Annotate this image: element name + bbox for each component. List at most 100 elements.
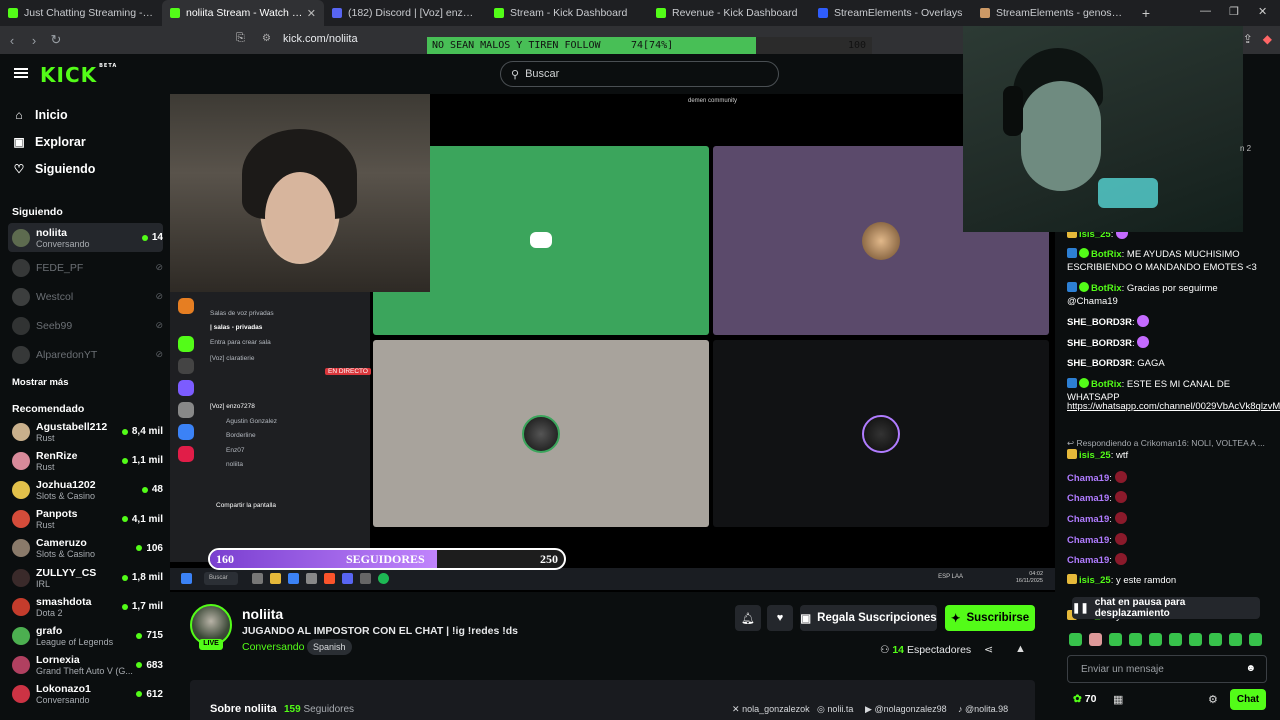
viewer-count: 1,7 mil: [121, 601, 163, 612]
send-chat-button[interactable]: Chat: [1230, 689, 1266, 710]
channel-name: Westcol: [36, 290, 74, 303]
chat-username[interactable]: Chama19: [1067, 493, 1109, 504]
browser-tab[interactable]: (182) Discord | [Voz] enzo7278 |: [324, 0, 486, 26]
chat-username[interactable]: Chama19: [1067, 535, 1109, 546]
chat-message-input[interactable]: Enviar un mensaje ☻: [1067, 655, 1267, 683]
channel-points[interactable]: ✿ 70: [1073, 693, 1096, 705]
sidebar-channel[interactable]: RenRize Rust 1,1 mil: [8, 446, 163, 475]
chat-username[interactable]: Chama19: [1067, 555, 1109, 566]
store-icon[interactable]: ▦: [1113, 693, 1123, 706]
sidebar-channel[interactable]: grafo League of Legends 715: [8, 621, 163, 650]
user-avatar: [862, 414, 900, 453]
stream-category[interactable]: Conversando: [242, 641, 304, 653]
kick-logo[interactable]: KICK BETA: [40, 63, 117, 87]
emote-button[interactable]: [1169, 633, 1182, 646]
chat-username[interactable]: SHE_BORD3R: [1067, 317, 1132, 328]
sidebar-channel[interactable]: smashdota Dota 2 1,7 mil: [8, 592, 163, 621]
sidebar-channel[interactable]: Agustabell212 Rust 8,4 mil: [8, 417, 163, 446]
new-tab-icon[interactable]: +: [1134, 5, 1158, 21]
chat-username[interactable]: Chama19: [1067, 473, 1109, 484]
search-input[interactable]: ⚲ Buscar: [500, 61, 779, 87]
nav-following[interactable]: ♡ Siguiendo: [12, 162, 96, 176]
emote-button[interactable]: [1069, 633, 1082, 646]
emote-button[interactable]: [1109, 633, 1122, 646]
emote-button[interactable]: [1089, 633, 1102, 646]
emote-button[interactable]: [1129, 633, 1142, 646]
chat-username[interactable]: SHE_BORD3R: [1067, 358, 1132, 369]
chat-username[interactable]: isis_25: [1079, 450, 1111, 461]
sidebar-channel[interactable]: FEDE_PF ⊘: [8, 253, 163, 282]
follow-heart-button[interactable]: ♥: [767, 605, 793, 631]
social-link-x[interactable]: ✕ nola_gonzalezok: [732, 704, 810, 715]
report-icon[interactable]: ▲: [1015, 643, 1026, 655]
social-link-youtube[interactable]: ▶ @nolagonzalez98: [865, 704, 947, 715]
emote-button[interactable]: [1249, 633, 1262, 646]
social-link-tiktok[interactable]: ♪ @nolita.98: [958, 704, 1008, 714]
emote-button[interactable]: [1209, 633, 1222, 646]
close-tab-icon[interactable]: ✕: [307, 7, 316, 20]
discord-user: noliita: [226, 461, 243, 468]
social-link-instagram[interactable]: ◎ nolii.ta: [817, 704, 853, 715]
notification-bell-button[interactable]: 🔔︎: [735, 605, 761, 631]
subscribe-button[interactable]: ✦ Suscribirse: [945, 605, 1035, 631]
viewer-count-value: 715: [146, 630, 163, 642]
sidebar-channel[interactable]: Cameruzo Slots & Casino 106: [8, 534, 163, 563]
forward-icon[interactable]: ›: [24, 33, 44, 48]
share-page-icon[interactable]: ⇪: [1243, 32, 1253, 46]
sidebar-channel[interactable]: noliita Conversando 14: [8, 223, 163, 252]
sidebar-channel[interactable]: Panpots Rust 4,1 mil: [8, 505, 163, 534]
chat-username[interactable]: isis_25: [1079, 575, 1111, 586]
chat-link[interactable]: https://whatsapp.com/channel/0029VbAcVk8…: [1067, 401, 1280, 412]
emote-button[interactable]: [1189, 633, 1202, 646]
chat-username[interactable]: BotRix: [1091, 379, 1122, 390]
channel-name: noliita: [36, 226, 67, 239]
bookmark-icon[interactable]: ⎘: [236, 32, 245, 45]
chat-username[interactable]: SHE_BORD3R: [1067, 338, 1132, 349]
url-field[interactable]: kick.com/noliita: [283, 33, 358, 45]
browser-tab[interactable]: Stream - Kick Dashboard: [486, 0, 648, 26]
browser-tab[interactable]: StreamElements - Overlays: [810, 0, 972, 26]
sidebar-channel[interactable]: Lornexia Grand Theft Auto V (G... 683: [8, 651, 163, 680]
browser-tab-active[interactable]: noliita Stream - Watch Live on Ki ✕: [162, 0, 324, 26]
emote-icon: [1114, 512, 1127, 524]
video-player[interactable]: demen community Salas de voz privadas | …: [170, 94, 1055, 592]
sidebar-channel[interactable]: AlparedonYT ⊘: [8, 340, 163, 369]
moderator-badge-icon: [1067, 282, 1077, 292]
channel-category: Slots & Casino: [36, 549, 96, 560]
browser-tab[interactable]: StreamElements - genos201: [972, 0, 1134, 26]
nav-explore[interactable]: ▣ Explorar: [12, 135, 85, 149]
sidebar-channel[interactable]: Seeb99 ⊘: [8, 311, 163, 340]
back-icon[interactable]: ‹: [2, 33, 22, 48]
gift-subs-button[interactable]: ▣ Regala Suscripciones: [800, 605, 937, 631]
stream-title: JUGANDO AL IMPOSTOR CON EL CHAT | !ig !r…: [242, 625, 518, 637]
menu-icon[interactable]: [14, 68, 28, 78]
show-more-link[interactable]: Mostrar más: [12, 377, 69, 388]
chat-username[interactable]: BotRix: [1091, 283, 1122, 294]
browser-tab[interactable]: Revenue - Kick Dashboard: [648, 0, 810, 26]
reload-icon[interactable]: ↻: [46, 32, 66, 48]
chat-username[interactable]: BotRix: [1091, 249, 1122, 260]
chat-settings-icon[interactable]: ⚙: [1208, 693, 1218, 706]
emoji-icon[interactable]: ☻: [1245, 663, 1256, 674]
close-window-icon[interactable]: ✕: [1258, 5, 1267, 18]
sidebar-channel[interactable]: Jozhua1202 Slots & Casino 48: [8, 475, 163, 504]
sidebar-channel[interactable]: Lokonazo1 Conversando 612: [8, 680, 163, 709]
share-icon[interactable]: ⋖: [984, 643, 993, 656]
maximize-icon[interactable]: ❐: [1229, 5, 1239, 18]
language-tag[interactable]: Spanish: [307, 639, 352, 655]
emote-button[interactable]: [1229, 633, 1242, 646]
chat-paused-banner[interactable]: ❚❚ chat en pausa para desplazamiento: [1072, 597, 1260, 619]
minimize-icon[interactable]: —: [1200, 5, 1211, 17]
sidebar-channel[interactable]: Westcol ⊘: [8, 282, 163, 311]
nav-home[interactable]: ⌂ Inicio: [12, 108, 67, 122]
sidebar-channel[interactable]: ZULLYY_CS IRL 1,8 mil: [8, 563, 163, 592]
channel-name: Lornexia: [36, 654, 80, 667]
site-info-icon[interactable]: ⚙: [262, 33, 271, 44]
chat-username[interactable]: Chama19: [1067, 514, 1109, 525]
browser-tab[interactable]: Just Chatting Streaming - Live Strea: [0, 0, 162, 26]
brave-shield-icon[interactable]: ◆: [1263, 32, 1272, 46]
streamer-name[interactable]: noliita: [242, 606, 283, 622]
kick-favicon-icon: [656, 8, 666, 18]
tab-title: StreamElements - Overlays: [834, 7, 963, 19]
emote-button[interactable]: [1149, 633, 1162, 646]
